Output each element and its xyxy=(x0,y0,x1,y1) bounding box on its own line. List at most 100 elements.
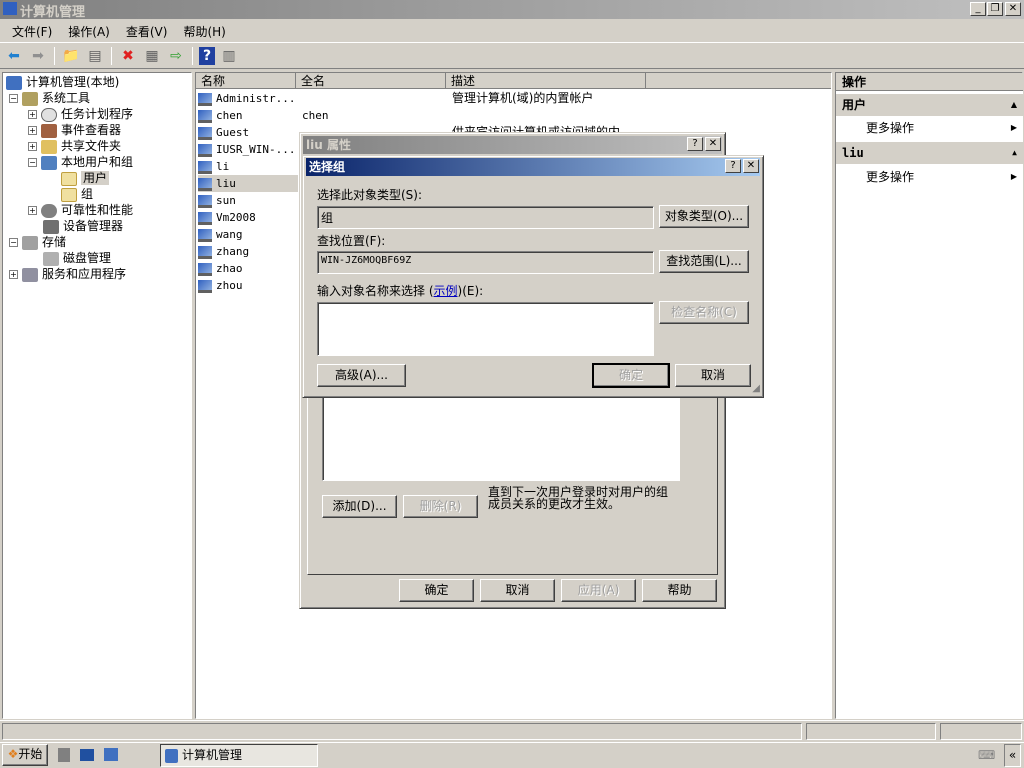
list-item[interactable]: wang xyxy=(198,226,243,243)
start-button[interactable]: ❖开始 xyxy=(2,744,48,766)
computer-icon xyxy=(3,2,17,15)
actions-section-liu[interactable]: liu ▲ xyxy=(836,142,1023,164)
cancel-button[interactable]: 取消 xyxy=(675,364,751,387)
tree-users[interactable]: 用户 xyxy=(61,170,110,186)
menu-action[interactable]: 操作(A) xyxy=(60,23,118,40)
object-types-button[interactable]: 对象类型(O)... xyxy=(659,205,749,228)
actions-title: 操作 xyxy=(836,73,1023,91)
delete-icon[interactable]: ✖ xyxy=(118,46,138,66)
services-icon xyxy=(22,267,38,282)
menu-file[interactable]: 文件(F) xyxy=(4,23,60,40)
column-header-name[interactable]: 名称 xyxy=(196,73,296,89)
show-action-pane-icon[interactable]: ▥ xyxy=(219,46,239,66)
user-icon xyxy=(198,126,212,140)
computer-icon xyxy=(165,748,178,763)
up-folder-icon[interactable]: 📁 xyxy=(61,46,81,66)
user-icon xyxy=(198,211,212,225)
show-hide-tree-icon[interactable]: ▤ xyxy=(85,46,105,66)
list-item[interactable]: Administr... 管理计算机(域)的内置帐户 xyxy=(198,90,593,107)
tree-task-scheduler[interactable]: + 任务计划程序 xyxy=(28,106,133,122)
computer-icon xyxy=(6,75,22,90)
apply-button: 应用(A) xyxy=(561,579,636,602)
help-button[interactable]: ? xyxy=(725,159,741,173)
list-item[interactable]: liu xyxy=(198,175,298,192)
list-item[interactable]: zhou xyxy=(198,277,243,294)
back-icon[interactable]: ⬅ xyxy=(4,46,24,66)
menu-help[interactable]: 帮助(H) xyxy=(175,23,233,40)
tree-services-apps[interactable]: + 服务和应用程序 xyxy=(9,266,126,282)
shared-folder-icon xyxy=(41,139,57,154)
user-icon xyxy=(198,245,212,259)
user-icon xyxy=(198,194,212,208)
submenu-arrow-icon: ▶ xyxy=(1010,172,1017,181)
user-icon xyxy=(198,279,212,293)
server-manager-icon[interactable] xyxy=(58,748,70,762)
taskbar: ❖开始 计算机管理 ⌨ « xyxy=(0,742,1024,768)
close-button[interactable]: ✕ xyxy=(1005,2,1021,16)
minimize-button[interactable]: _ xyxy=(970,2,986,16)
list-item[interactable]: Guest 供来宾访问计算机或访问域的内... xyxy=(198,124,631,141)
actions-section-users[interactable]: 用户 ▲ xyxy=(836,94,1023,116)
tree-disk-management[interactable]: 磁盘管理 xyxy=(43,250,111,266)
ok-button[interactable]: 确定 xyxy=(399,579,474,602)
help-icon[interactable]: ? xyxy=(199,47,215,65)
location-label: 查找位置(F): xyxy=(317,234,386,248)
tree-shared-folders[interactable]: + 共享文件夹 xyxy=(28,138,121,154)
forward-icon[interactable]: ➡ xyxy=(28,46,48,66)
tree-local-users-groups[interactable]: − 本地用户和组 xyxy=(28,154,133,170)
user-icon xyxy=(198,177,212,191)
list-item[interactable]: zhang xyxy=(198,243,249,260)
locations-button[interactable]: 查找范围(L)... xyxy=(659,250,749,273)
close-button[interactable]: ✕ xyxy=(743,159,759,173)
examples-link[interactable]: 示例 xyxy=(434,284,458,298)
list-item[interactable]: zhao xyxy=(198,260,243,277)
list-item[interactable]: li xyxy=(198,158,229,175)
resize-grip-icon[interactable]: ◢ xyxy=(752,383,760,394)
user-icon xyxy=(198,228,212,242)
list-item[interactable]: chen chen xyxy=(198,107,329,124)
help-button[interactable]: ? xyxy=(687,137,703,151)
more-actions-liu[interactable]: 更多操作 ▶ xyxy=(836,165,1023,189)
tools-icon xyxy=(22,91,38,106)
add-button[interactable]: 添加(D)... xyxy=(322,495,397,518)
taskbar-item-computer-management[interactable]: 计算机管理 xyxy=(160,744,318,767)
tree-groups[interactable]: 组 xyxy=(61,186,93,202)
location-field: WIN-JZ6MOQBF69Z xyxy=(317,251,654,274)
properties-icon[interactable]: ▦ xyxy=(142,46,162,66)
user-icon xyxy=(198,92,212,106)
export-icon[interactable]: ⇨ xyxy=(166,46,186,66)
list-item[interactable]: sun xyxy=(198,192,236,209)
tray-expand-button[interactable]: « xyxy=(1004,744,1021,767)
check-names-button: 检查名称(C) xyxy=(659,301,749,324)
tree-pane: 计算机管理(本地) − 系统工具 + 任务计划程序 + 事件查看器 + 共享文件夹 − 本… xyxy=(2,72,192,719)
clock-icon xyxy=(41,107,57,122)
select-group-dialog: 选择组 ? ✕ 选择此对象类型(S): 组 对象类型(O)... 查找位置(F)… xyxy=(302,155,764,398)
device-manager-icon xyxy=(43,219,59,234)
keyboard-icon[interactable]: ⌨ xyxy=(978,748,995,762)
show-desktop-icon[interactable] xyxy=(80,749,94,761)
tree-storage[interactable]: − 存储 xyxy=(9,234,66,250)
tree-reliability[interactable]: + 可靠性和性能 xyxy=(28,202,133,218)
object-names-input[interactable] xyxy=(317,302,654,356)
computer-icon[interactable] xyxy=(104,748,118,761)
folder-icon xyxy=(61,187,77,202)
object-names-label: 输入对象名称来选择 (示例)(E): xyxy=(317,284,484,298)
column-header-fullname[interactable]: 全名 xyxy=(296,73,446,89)
close-button[interactable]: ✕ xyxy=(705,137,721,151)
cancel-button[interactable]: 取消 xyxy=(480,579,555,602)
list-item[interactable]: Vm2008 xyxy=(198,209,256,226)
tree-device-manager[interactable]: 设备管理器 xyxy=(43,218,123,234)
more-actions-users[interactable]: 更多操作 ▶ xyxy=(836,116,1023,140)
restore-button[interactable]: ❐ xyxy=(987,2,1003,16)
tree-event-viewer[interactable]: + 事件查看器 xyxy=(28,122,121,138)
list-item[interactable]: IUSR_WIN-... xyxy=(198,141,295,158)
menu-view[interactable]: 查看(V) xyxy=(118,23,176,40)
advanced-button[interactable]: 高级(A)... xyxy=(317,364,406,387)
help-button[interactable]: 帮助 xyxy=(642,579,717,602)
tree-root[interactable]: 计算机管理(本地) xyxy=(6,74,119,90)
windows-logo-icon: ❖ xyxy=(7,747,19,761)
user-icon xyxy=(198,262,212,276)
column-header-description[interactable]: 描述 xyxy=(446,73,646,89)
gauge-icon xyxy=(41,203,57,218)
tree-system-tools[interactable]: − 系统工具 xyxy=(9,90,90,106)
